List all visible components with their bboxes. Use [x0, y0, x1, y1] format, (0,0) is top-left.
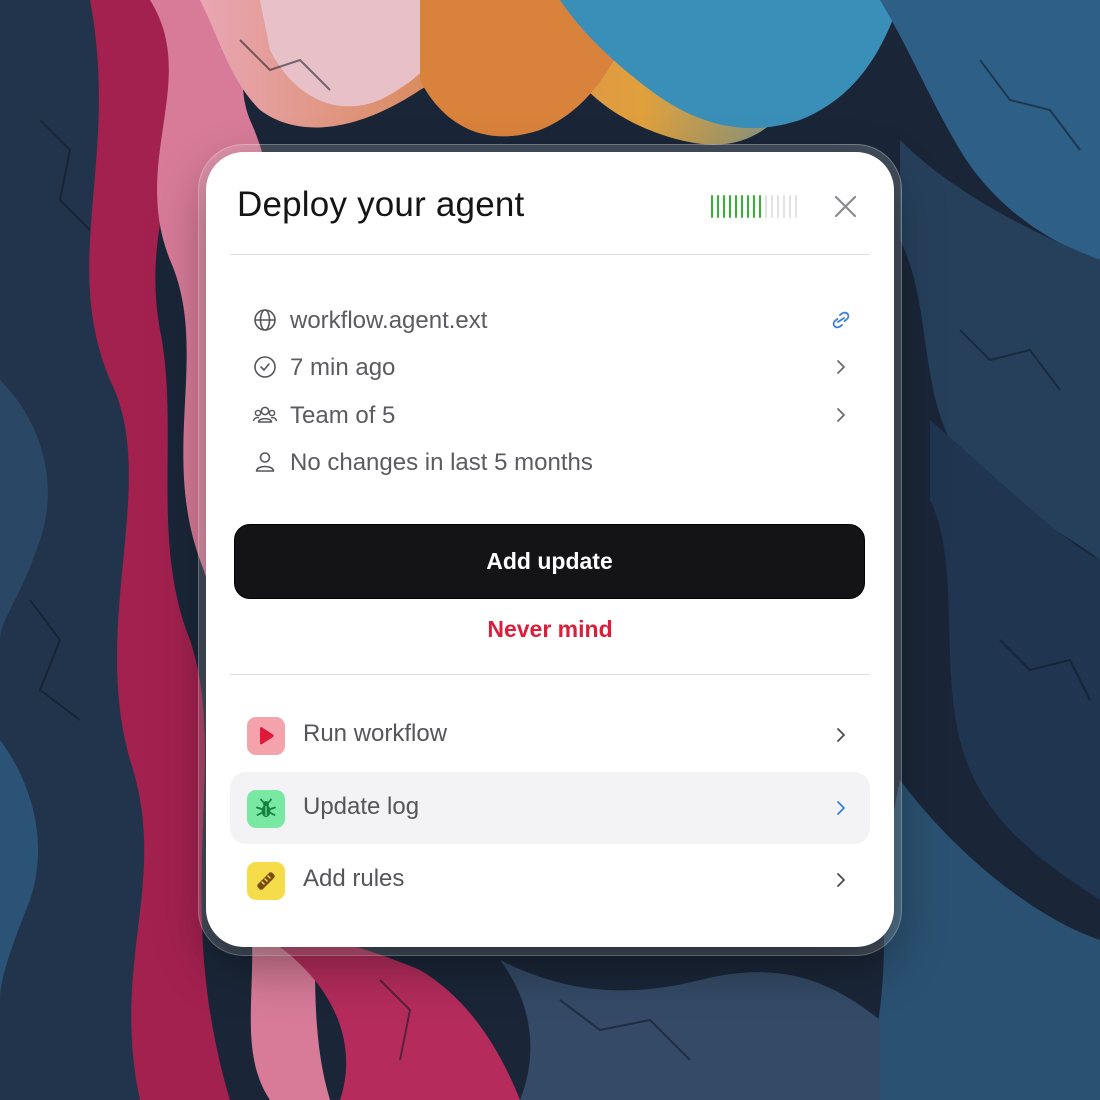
user-icon: [255, 452, 275, 472]
play-icon: [260, 727, 274, 745]
progress-tick: [782, 195, 786, 218]
run-workflow-label: Run workflow: [303, 720, 448, 747]
bug-icon: [256, 798, 276, 817]
progress-tick: [722, 195, 726, 218]
dialog-header: Deploy your agent: [206, 152, 894, 255]
ruler-icon: [257, 872, 275, 890]
progress-tick: [716, 195, 720, 218]
add-update-button[interactable]: Add update: [234, 524, 865, 599]
progress-tick: [770, 195, 774, 218]
globe-icon: [254, 309, 276, 331]
users-icon: [252, 406, 278, 423]
never-mind-button[interactable]: Never mind: [206, 616, 894, 650]
updated-text: 7 min ago: [290, 354, 396, 381]
chevron-right-icon: [837, 873, 845, 887]
progress-tick: [752, 195, 756, 218]
progress-tick: [711, 195, 714, 218]
team-text: Team of 5: [290, 402, 396, 429]
chevron-right-icon: [837, 801, 845, 815]
link-icon[interactable]: [830, 309, 852, 331]
dialog-title: Deploy your agent: [237, 185, 525, 224]
info-row-changes: No changes in last 5 months: [252, 442, 852, 482]
clock-icon: [254, 356, 276, 378]
changes-text: No changes in last 5 months: [290, 449, 593, 476]
update-log-label: Update log: [303, 793, 420, 820]
actions-divider: [230, 674, 870, 675]
chevron-right-icon: [837, 408, 845, 422]
header-divider: [230, 254, 870, 255]
chevron-right-icon: [837, 360, 845, 374]
info-row-url[interactable]: workflow.agent.ext: [252, 300, 852, 340]
progress-tick: [740, 195, 744, 218]
info-row-team[interactable]: Team of 5: [252, 395, 852, 435]
progress-tick: [746, 195, 750, 218]
chevron-right-icon: [837, 728, 845, 742]
progress-tick: [734, 195, 738, 218]
action-run-workflow[interactable]: Run workflow: [230, 699, 870, 771]
progress-tick: [728, 195, 732, 218]
progress-tick: [776, 195, 780, 218]
progress-tick: [764, 195, 768, 218]
action-update-log[interactable]: Update log: [230, 772, 870, 844]
add-rules-badge: [247, 862, 285, 900]
action-add-rules[interactable]: Add rules: [230, 844, 870, 916]
progress-indicator: [711, 195, 798, 218]
add-rules-label: Add rules: [303, 865, 405, 892]
run-workflow-badge: [247, 717, 285, 755]
progress-tick: [794, 195, 798, 218]
update-log-badge: [247, 790, 285, 828]
progress-tick: [788, 195, 792, 218]
progress-tick: [758, 195, 762, 218]
info-row-updated[interactable]: 7 min ago: [252, 347, 852, 387]
close-button[interactable]: [833, 194, 858, 219]
url-text: workflow.agent.ext: [290, 307, 488, 334]
deploy-dialog: Deploy your agent workflow.agent.ext 7 m…: [206, 152, 894, 947]
close-icon: [834, 195, 857, 218]
